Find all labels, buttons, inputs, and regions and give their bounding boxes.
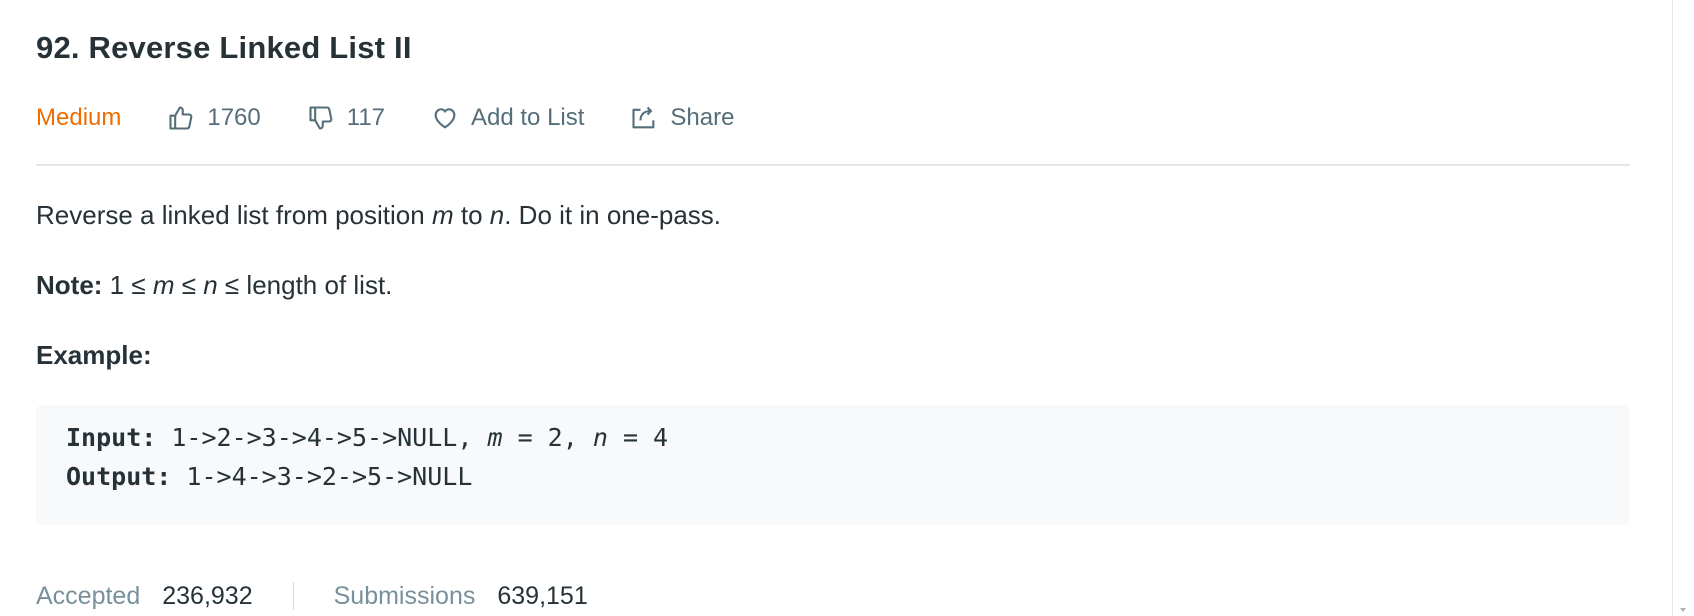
variable-n: n — [203, 270, 218, 300]
like-count: 1760 — [207, 104, 261, 131]
like-button[interactable]: 1760 — [167, 104, 261, 132]
input-value: = 4 — [607, 423, 669, 452]
example-output-line: Output: 1->4->3->2->5->NULL — [66, 462, 472, 491]
share-icon — [632, 106, 655, 129]
heart-icon — [434, 108, 456, 129]
stats-divider — [292, 582, 294, 610]
submissions-count: 639,151 — [497, 581, 588, 610]
scrollbar[interactable] — [1672, 0, 1673, 616]
thumbs-down-icon — [309, 106, 333, 130]
variable-m: m — [431, 200, 454, 230]
problem-meta-bar: Medium 1760 117 Add to List Share — [36, 100, 780, 136]
variable-m: m — [152, 270, 175, 300]
example-input-line: Input: 1->2->3->4->5->NULL, m = 2, n = 4 — [66, 423, 668, 452]
problem-note: Note: 1 ≤ m ≤ n ≤ length of list. — [36, 270, 392, 301]
submission-stats: Accepted 236,932 Submissions 639,151 — [36, 578, 588, 614]
problem-description: Reverse a linked list from position m to… — [36, 200, 721, 231]
output-value: 1->4->3->2->5->NULL — [171, 462, 473, 491]
submissions-label: Submissions — [333, 581, 476, 610]
variable-n: n — [592, 423, 608, 452]
output-label: Output: — [66, 462, 172, 491]
description-text: . Do it in one-pass. — [504, 200, 722, 230]
note-text: ≤ length of list. — [217, 270, 393, 300]
header-divider — [36, 164, 1630, 166]
accepted-label: Accepted — [36, 581, 141, 610]
variable-n: n — [489, 200, 505, 230]
share-label: Share — [670, 104, 735, 131]
dislike-count: 117 — [346, 104, 386, 131]
difficulty-badge: Medium — [36, 104, 122, 131]
add-to-list-label: Add to List — [471, 104, 585, 131]
problem-title: 92. Reverse Linked List II — [36, 30, 412, 65]
scroll-down-icon[interactable] — [1680, 608, 1686, 612]
example-heading: Example: — [36, 340, 152, 370]
dislike-button[interactable]: 117 — [307, 104, 385, 132]
description-text: Reverse a linked list from position — [36, 200, 432, 230]
input-value: 1->2->3->4->5->NULL, — [156, 423, 488, 452]
note-label: Note: — [36, 270, 103, 300]
input-label: Input: — [66, 423, 157, 452]
variable-m: m — [487, 423, 503, 452]
description-text: to — [453, 200, 490, 230]
note-text: ≤ — [174, 270, 204, 300]
note-text: 1 ≤ — [102, 270, 153, 300]
accepted-count: 236,932 — [162, 581, 253, 610]
input-value: = 2, — [502, 423, 593, 452]
thumbs-up-icon — [169, 106, 193, 130]
share-button[interactable]: Share — [630, 104, 734, 132]
example-code-block: Input: 1->2->3->4->5->NULL, m = 2, n = 4… — [36, 405, 1630, 525]
problem-page: 92. Reverse Linked List II Medium 1760 1… — [0, 0, 1694, 616]
add-to-list-button[interactable]: Add to List — [431, 104, 584, 132]
